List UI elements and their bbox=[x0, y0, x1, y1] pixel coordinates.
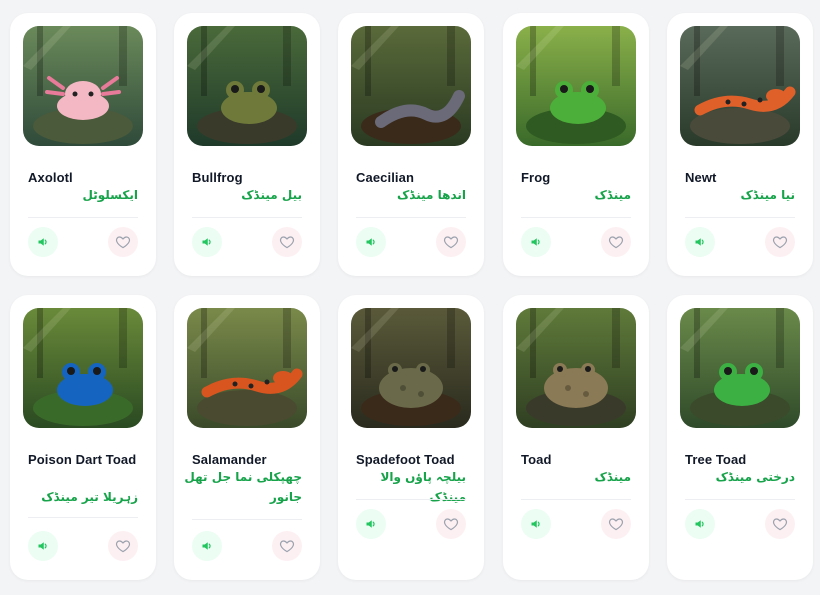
animal-card[interactable]: Caecilian اندھا مینڈک bbox=[338, 13, 484, 276]
card-divider bbox=[521, 217, 631, 218]
animal-card[interactable]: Axolotl ایکسلوٹل bbox=[10, 13, 156, 276]
favorite-button[interactable] bbox=[765, 227, 795, 257]
poison-dart-toad-photo bbox=[23, 308, 143, 428]
newt-photo bbox=[680, 26, 800, 146]
salamander-photo bbox=[187, 308, 307, 428]
heart-icon bbox=[279, 538, 295, 554]
speaker-icon bbox=[365, 518, 377, 530]
favorite-button[interactable] bbox=[436, 227, 466, 257]
frog-photo bbox=[516, 26, 636, 146]
card-divider bbox=[685, 217, 795, 218]
favorite-button[interactable] bbox=[601, 509, 631, 539]
animal-name-urdu: بیل مینڈک bbox=[241, 188, 302, 202]
card-divider bbox=[192, 519, 302, 520]
animal-name: Poison Dart Toad bbox=[28, 452, 137, 467]
animal-name-urdu: مینڈک bbox=[594, 470, 631, 484]
axolotl-photo bbox=[23, 26, 143, 146]
heart-icon bbox=[279, 234, 295, 250]
animal-name-urdu: زہریلا تیر مینڈک bbox=[41, 490, 138, 504]
speaker-icon bbox=[694, 236, 706, 248]
heart-icon bbox=[443, 234, 459, 250]
card-divider bbox=[356, 499, 466, 500]
heart-icon bbox=[115, 538, 131, 554]
animal-name-urdu: درختی مینڈک bbox=[715, 470, 795, 484]
favorite-button[interactable] bbox=[436, 509, 466, 539]
card-divider bbox=[685, 499, 795, 500]
play-sound-button[interactable] bbox=[685, 509, 715, 539]
heart-icon bbox=[443, 516, 459, 532]
tree-toad-photo bbox=[680, 308, 800, 428]
favorite-button[interactable] bbox=[108, 531, 138, 561]
play-sound-button[interactable] bbox=[356, 227, 386, 257]
speaker-icon bbox=[201, 540, 213, 552]
animal-card[interactable]: Bullfrog بیل مینڈک bbox=[174, 13, 320, 276]
heart-icon bbox=[608, 234, 624, 250]
animal-name-urdu: اندھا مینڈک bbox=[397, 188, 466, 202]
heart-icon bbox=[115, 234, 131, 250]
play-sound-button[interactable] bbox=[356, 509, 386, 539]
spadefoot-toad-photo bbox=[351, 308, 471, 428]
favorite-button[interactable] bbox=[601, 227, 631, 257]
caecilian-photo bbox=[351, 26, 471, 146]
speaker-icon bbox=[530, 236, 542, 248]
toad-photo bbox=[516, 308, 636, 428]
speaker-icon bbox=[694, 518, 706, 530]
speaker-icon bbox=[37, 236, 49, 248]
heart-icon bbox=[608, 516, 624, 532]
play-sound-button[interactable] bbox=[192, 531, 222, 561]
animal-card[interactable]: Tree Toad درختی مینڈک bbox=[667, 295, 813, 580]
animal-name-urdu: ایکسلوٹل bbox=[82, 188, 138, 202]
animal-name-urdu: بیلچہ پاؤں والا مینڈک bbox=[380, 470, 466, 504]
play-sound-button[interactable] bbox=[685, 227, 715, 257]
favorite-button[interactable] bbox=[272, 227, 302, 257]
play-sound-button[interactable] bbox=[28, 531, 58, 561]
animal-card[interactable]: Salamander چھپکلی نما جل تھل جانور bbox=[174, 295, 320, 580]
animal-card[interactable]: Frog مینڈک bbox=[503, 13, 649, 276]
speaker-icon bbox=[530, 518, 542, 530]
speaker-icon bbox=[365, 236, 377, 248]
animal-name-urdu: نیا مینڈک bbox=[740, 188, 795, 202]
speaker-icon bbox=[201, 236, 213, 248]
animal-card[interactable]: Toad مینڈک bbox=[503, 295, 649, 580]
favorite-button[interactable] bbox=[272, 531, 302, 561]
animal-name-urdu: مینڈک bbox=[594, 188, 631, 202]
favorite-button[interactable] bbox=[765, 509, 795, 539]
animal-name-urdu: چھپکلی نما جل تھل جانور bbox=[184, 470, 302, 504]
play-sound-button[interactable] bbox=[521, 509, 551, 539]
card-divider bbox=[521, 499, 631, 500]
heart-icon bbox=[772, 516, 788, 532]
card-divider bbox=[28, 517, 138, 518]
heart-icon bbox=[772, 234, 788, 250]
play-sound-button[interactable] bbox=[28, 227, 58, 257]
play-sound-button[interactable] bbox=[192, 227, 222, 257]
card-divider bbox=[192, 217, 302, 218]
animal-card[interactable]: Spadefoot Toad بیلچہ پاؤں والا مینڈک bbox=[338, 295, 484, 580]
animal-card[interactable]: Newt نیا مینڈک bbox=[667, 13, 813, 276]
speaker-icon bbox=[37, 540, 49, 552]
favorite-button[interactable] bbox=[108, 227, 138, 257]
card-divider bbox=[356, 217, 466, 218]
play-sound-button[interactable] bbox=[521, 227, 551, 257]
card-divider bbox=[28, 217, 138, 218]
bullfrog-photo bbox=[187, 26, 307, 146]
animal-card[interactable]: Poison Dart Toad زہریلا تیر مینڈک bbox=[10, 295, 156, 580]
